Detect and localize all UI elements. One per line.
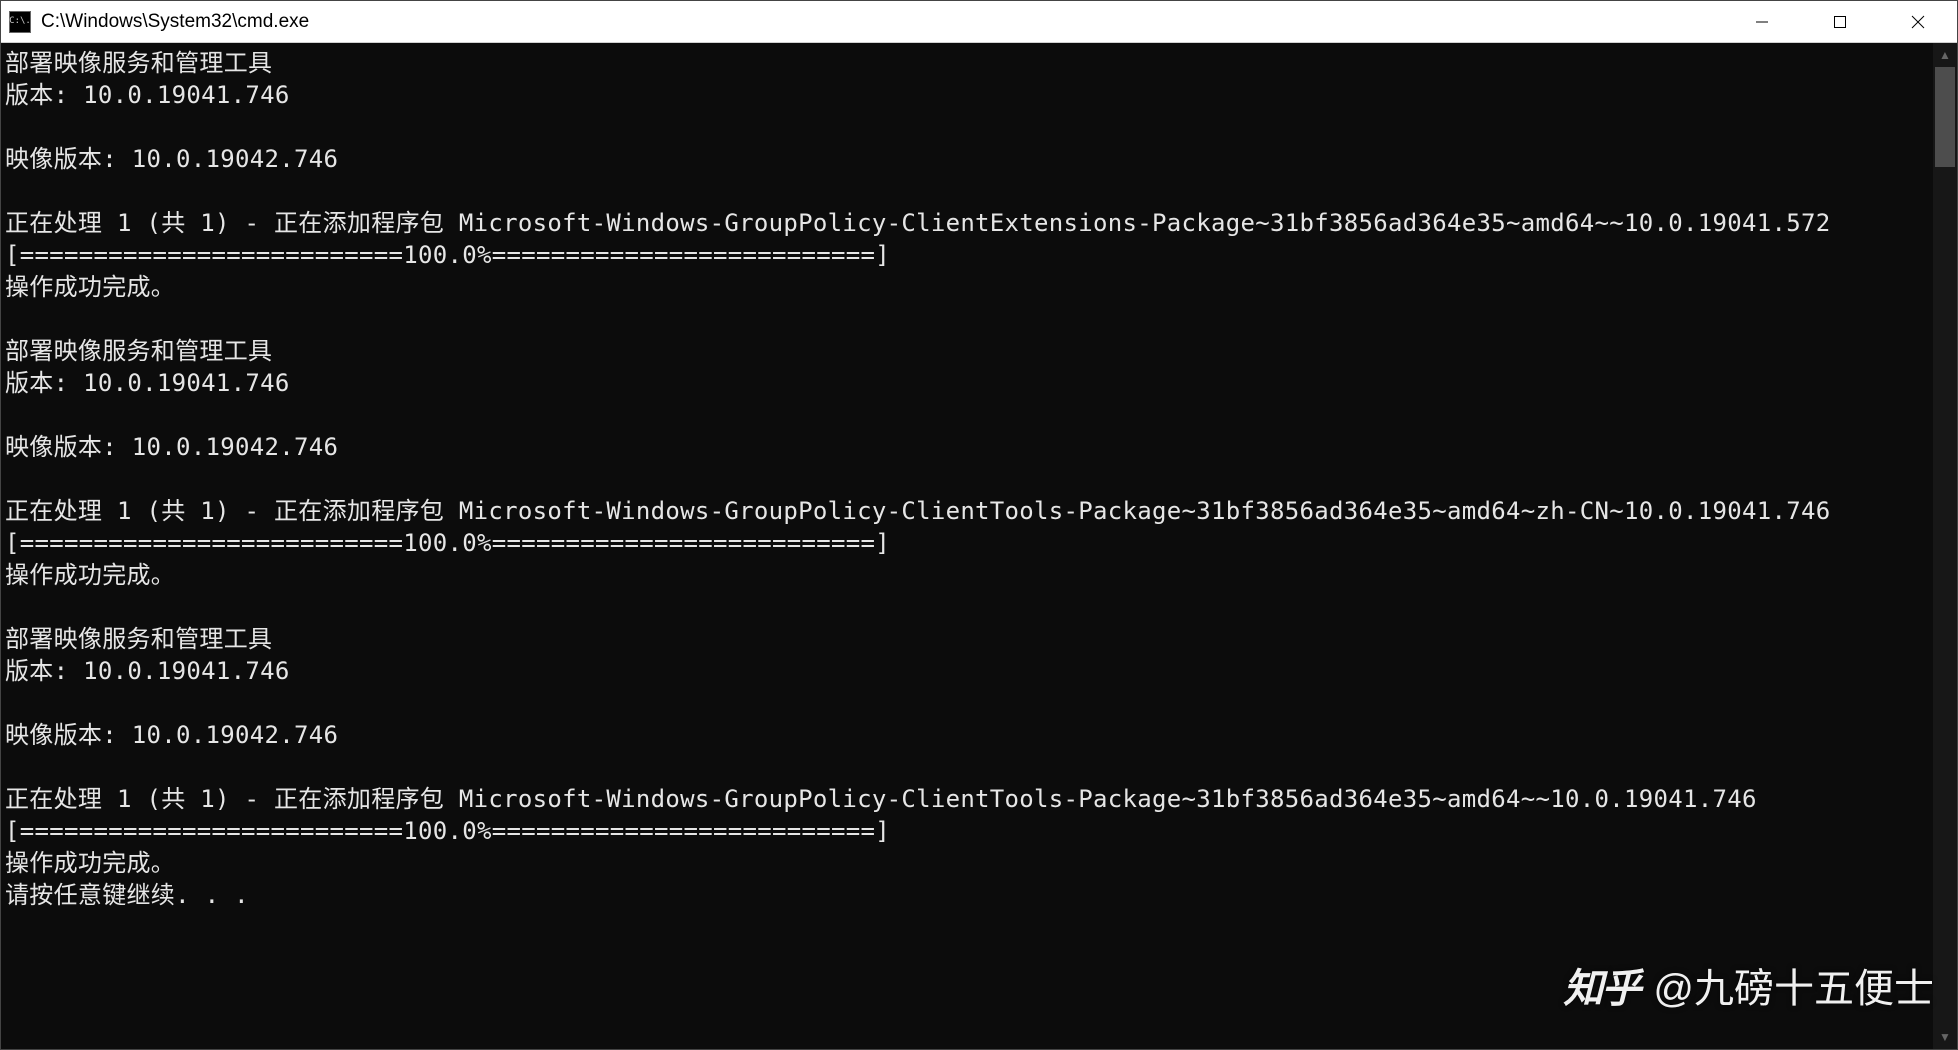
cmd-window: C:\. C:\Windows\System32\cmd.exe 部署映像服务和… [0,0,1958,1050]
app-icon: C:\. [9,11,31,33]
scroll-down-arrow-icon[interactable]: ▼ [1933,1025,1957,1049]
client-area: 部署映像服务和管理工具 版本: 10.0.19041.746 映像版本: 10.… [1,43,1957,1049]
minimize-icon [1755,15,1769,29]
close-icon [1910,14,1926,30]
minimize-button[interactable] [1723,1,1801,42]
terminal-output[interactable]: 部署映像服务和管理工具 版本: 10.0.19041.746 映像版本: 10.… [1,43,1933,1049]
window-controls [1723,1,1957,42]
scroll-thumb[interactable] [1935,67,1955,167]
titlebar[interactable]: C:\. C:\Windows\System32\cmd.exe [1,1,1957,43]
scroll-up-arrow-icon[interactable]: ▲ [1933,43,1957,67]
maximize-button[interactable] [1801,1,1879,42]
maximize-icon [1833,15,1847,29]
window-title: C:\Windows\System32\cmd.exe [41,11,1723,33]
close-button[interactable] [1879,1,1957,42]
vertical-scrollbar[interactable]: ▲ ▼ [1933,43,1957,1049]
app-icon-text: C:\. [9,17,31,26]
